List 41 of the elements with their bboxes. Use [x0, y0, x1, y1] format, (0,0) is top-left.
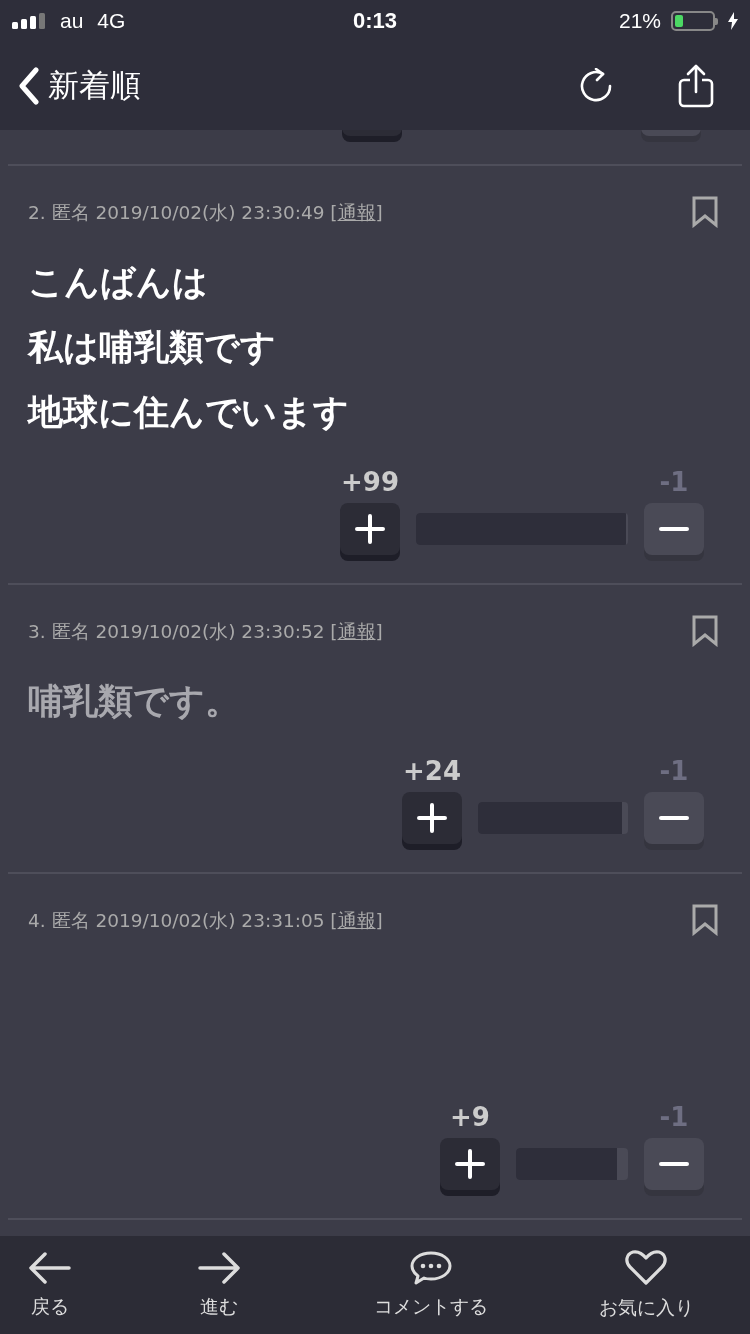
carrier-name: au	[60, 9, 84, 33]
chevron-left-icon	[18, 67, 40, 105]
bookmark-icon[interactable]	[692, 196, 718, 228]
comment-meta: 4. 匿名 2019/10/02(水) 23:31:05 [通報]	[28, 908, 383, 933]
comment-text: 哺乳類です。	[28, 680, 241, 723]
comment-meta: 3. 匿名 2019/10/02(水) 23:30:52 [通報]	[28, 619, 383, 644]
plus-icon	[417, 803, 447, 833]
plus-icon	[355, 514, 385, 544]
report-link[interactable]: 通報	[337, 620, 376, 642]
bookmark-icon[interactable]	[692, 615, 718, 647]
minus-icon	[659, 527, 689, 531]
upvote-count: +9	[450, 1102, 490, 1132]
comment-text: 私は哺乳類です	[28, 326, 277, 369]
speech-bubble-icon	[408, 1250, 453, 1286]
plus-icon	[455, 1149, 485, 1179]
minus-icon	[659, 1162, 689, 1166]
arrow-left-icon	[26, 1250, 73, 1286]
signal-icon	[12, 13, 46, 29]
arrow-right-icon	[196, 1250, 243, 1286]
battery-icon	[671, 11, 718, 31]
bookmark-icon[interactable]	[692, 904, 718, 936]
upvote-count: +24	[403, 756, 461, 786]
share-icon[interactable]	[678, 64, 714, 108]
battery-percent: 21%	[618, 9, 661, 33]
upvote-count: +99	[341, 467, 399, 497]
comment-text: こんばんは	[28, 261, 209, 304]
minus-icon	[659, 816, 689, 820]
comment-text: 地球に住んでいます	[28, 391, 350, 434]
toolbar-button[interactable]: コメントする	[319, 1250, 543, 1320]
clock-time: 0:13	[353, 8, 397, 34]
downvote-count: -1	[659, 467, 689, 497]
downvote-count: -1	[659, 1102, 689, 1132]
report-link[interactable]: 通報	[337, 909, 376, 931]
network-type: 4G	[97, 9, 126, 33]
report-link[interactable]: 通報	[337, 201, 376, 223]
heart-icon	[624, 1249, 669, 1287]
reload-icon[interactable]	[580, 68, 614, 104]
downvote-count: -1	[659, 756, 689, 786]
toolbar-button[interactable]: お気に入り	[542, 1249, 750, 1321]
comment-meta: 2. 匿名 2019/10/02(水) 23:30:49 [通報]	[28, 200, 383, 225]
back-button[interactable]: 新着順	[18, 65, 141, 107]
